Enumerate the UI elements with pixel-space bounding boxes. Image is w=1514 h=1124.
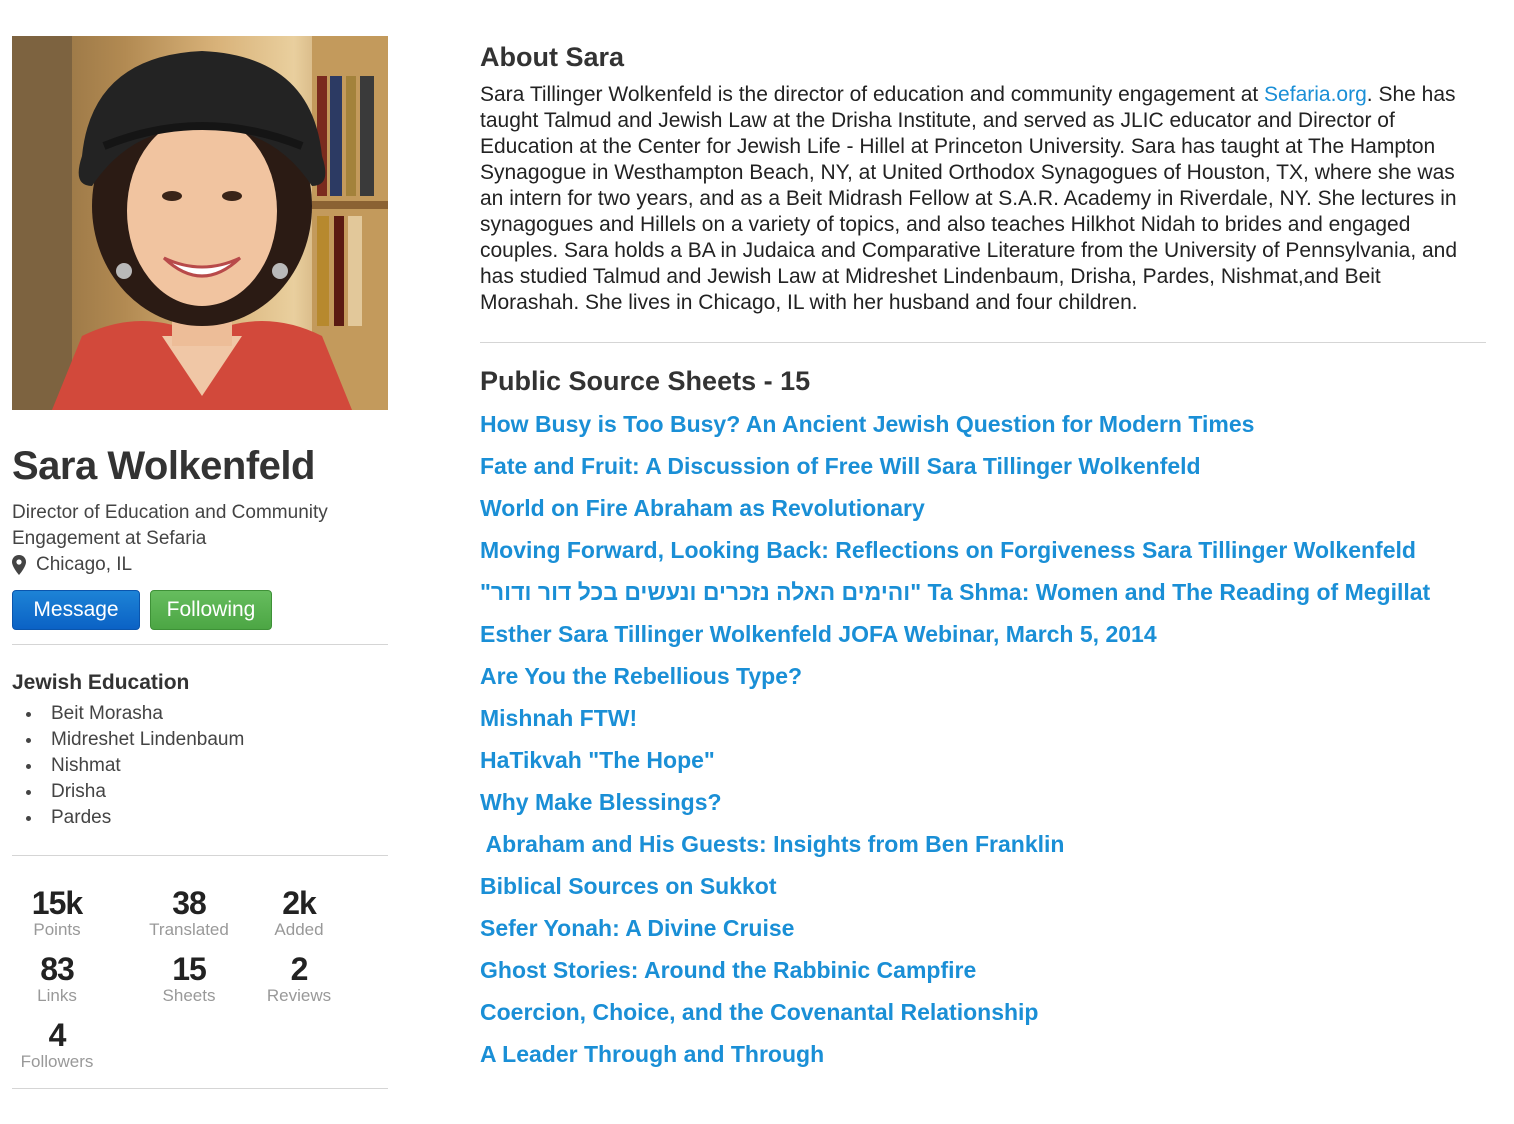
profile-stats: 15k Points 38 Translated 2k Added 83 Lin… (21, 886, 388, 1072)
bio-text: Sara Tillinger Wolkenfeld is the directo… (480, 83, 1265, 106)
profile-name: Sara Wolkenfeld (12, 444, 315, 488)
education-item-label: Midreshet Lindenbaum (51, 729, 245, 750)
bullet-icon (26, 815, 31, 821)
stat-label: Reviews (266, 986, 332, 1005)
source-sheet-link[interactable]: Why Make Blessings? (480, 781, 1486, 823)
source-sheet-link[interactable]: Abraham and His Guests: Insights from Be… (480, 823, 1486, 865)
stat-value: 38 (172, 885, 207, 921)
stat-followers[interactable]: 4 Followers (2, 1018, 112, 1072)
bullet-icon (26, 789, 31, 795)
profile-photo (12, 36, 388, 410)
stat-reviews: 2 Reviews (244, 952, 354, 1006)
source-sheet-list: How Busy is Too Busy? An Ancient Jewish … (480, 403, 1486, 1075)
sheets-heading: Public Source Sheets - 15 (480, 366, 811, 396)
stat-value: 15k (31, 885, 83, 921)
stat-sheets: 15 Sheets (134, 952, 244, 1006)
bio-text: . She has taught Talmud and Jewish Law a… (480, 83, 1458, 314)
profile-title: Director of Education and Community Enga… (12, 502, 328, 549)
divider (12, 644, 388, 645)
bullet-icon (26, 763, 31, 769)
education-list: Beit Morasha Midreshet Lindenbaum Nishma… (12, 701, 388, 831)
education-item-label: Beit Morasha (51, 703, 163, 724)
stat-value: 83 (40, 951, 75, 987)
profile-photo-illustration (12, 36, 388, 410)
profile-actions: Message Following (12, 590, 388, 630)
source-sheet-link[interactable]: Biblical Sources on Sukkot (480, 865, 1486, 907)
stat-value: 4 (48, 1017, 67, 1053)
profile-location: Chicago, IL (12, 552, 388, 578)
divider (12, 855, 388, 856)
divider (480, 342, 1486, 343)
source-sheet-link[interactable]: "והימים האלה נזכרים ונעשים בכל דור ודור"… (480, 571, 1486, 613)
source-sheet-link[interactable]: A Leader Through and Through (480, 1033, 1486, 1075)
stat-label: Added (274, 920, 324, 939)
source-sheet-link[interactable]: Mishnah FTW! (480, 697, 1486, 739)
map-pin-icon (12, 555, 26, 575)
stat-label: Links (37, 986, 77, 1005)
stat-value: 2 (290, 951, 309, 987)
bullet-icon (26, 737, 31, 743)
bullet-icon (26, 711, 31, 717)
stat-label: Sheets (162, 986, 216, 1005)
location-text: Chicago, IL (36, 554, 133, 575)
source-sheet-link[interactable]: Are You the Rebellious Type? (480, 655, 1486, 697)
stat-label: Points (33, 920, 81, 939)
source-sheet-link[interactable]: HaTikvah "The Hope" (480, 739, 1486, 781)
education-item: Midreshet Lindenbaum (12, 727, 388, 753)
source-sheet-link[interactable]: Coercion, Choice, and the Covenantal Rel… (480, 991, 1486, 1033)
education-item: Pardes (12, 805, 388, 831)
stat-label: Translated (149, 920, 229, 939)
education-item-label: Drisha (51, 781, 106, 802)
education-item-label: Nishmat (51, 755, 121, 776)
source-sheet-link[interactable]: Sefer Yonah: A Divine Cruise (480, 907, 1486, 949)
education-heading: Jewish Education (12, 671, 190, 694)
about-heading: About Sara (480, 42, 625, 72)
education-item: Drisha (12, 779, 388, 805)
education-item: Beit Morasha (12, 701, 388, 727)
profile-sidebar: Sara Wolkenfeld Director of Education an… (12, 36, 388, 1089)
source-sheet-link[interactable]: Esther Sara Tillinger Wolkenfeld JOFA We… (480, 613, 1486, 655)
stat-points: 15k Points (2, 886, 112, 940)
stat-value: 15 (172, 951, 207, 987)
sefaria-link[interactable]: Sefaria.org (1264, 83, 1367, 106)
divider (12, 1088, 388, 1089)
message-button[interactable]: Message (12, 590, 140, 630)
source-sheet-link[interactable]: How Busy is Too Busy? An Ancient Jewish … (480, 403, 1486, 445)
stat-added: 2k Added (244, 886, 354, 940)
source-sheet-link[interactable]: Ghost Stories: Around the Rabbinic Campf… (480, 949, 1486, 991)
source-sheet-link[interactable]: World on Fire Abraham as Revolutionary (480, 487, 1486, 529)
source-sheet-link[interactable]: Fate and Fruit: A Discussion of Free Wil… (480, 445, 1486, 487)
stat-label: Followers (20, 1052, 94, 1071)
profile-main: About Sara Sara Tillinger Wolkenfeld is … (480, 36, 1486, 1075)
about-bio: Sara Tillinger Wolkenfeld is the directo… (480, 82, 1480, 316)
source-sheet-link[interactable]: Moving Forward, Looking Back: Reflection… (480, 529, 1486, 571)
education-item: Nishmat (12, 753, 388, 779)
education-item-label: Pardes (51, 807, 112, 828)
following-button[interactable]: Following (150, 590, 272, 630)
stat-translated: 38 Translated (134, 886, 244, 940)
stat-value: 2k (282, 885, 317, 921)
stat-links: 83 Links (2, 952, 112, 1006)
